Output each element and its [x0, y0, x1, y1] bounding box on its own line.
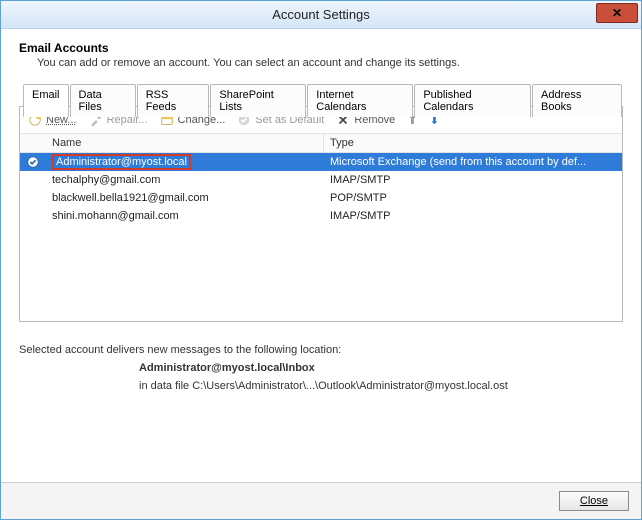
delivery-datafile: in data file C:\Users\Administrator\...\…: [139, 380, 623, 392]
account-name: shini.mohann@gmail.com: [46, 208, 324, 224]
account-type: IMAP/SMTP: [324, 208, 622, 224]
account-type: Microsoft Exchange (send from this accou…: [324, 154, 622, 170]
account-settings-window: Account Settings ✕ Email Accounts You ca…: [0, 0, 642, 520]
titlebar: Account Settings ✕: [1, 1, 641, 29]
close-icon: ✕: [612, 6, 622, 20]
column-name[interactable]: Name: [46, 134, 324, 152]
tab-rss-feeds[interactable]: RSS Feeds: [137, 84, 210, 117]
account-type: IMAP/SMTP: [324, 172, 622, 188]
window-title: Account Settings: [272, 7, 370, 22]
account-row[interactable]: blackwell.bella1921@gmail.com POP/SMTP: [20, 189, 622, 207]
tab-internet-calendars[interactable]: Internet Calendars: [307, 84, 413, 117]
content-area: Email Accounts You can add or remove an …: [1, 29, 641, 482]
tab-container: Email Data Files RSS Feeds SharePoint Li…: [19, 83, 623, 322]
list-header: Name Type: [20, 133, 622, 153]
account-row[interactable]: techalphy@gmail.com IMAP/SMTP: [20, 171, 622, 189]
column-default[interactable]: [20, 134, 46, 152]
account-row[interactable]: Administrator@myost.local Microsoft Exch…: [20, 153, 622, 171]
window-close-button[interactable]: ✕: [596, 3, 638, 23]
account-type: POP/SMTP: [324, 190, 622, 206]
delivery-location: Administrator@myost.local\Inbox: [139, 362, 623, 374]
tab-email[interactable]: Email: [23, 84, 69, 117]
close-button[interactable]: Close: [559, 491, 629, 511]
delivery-info: Selected account delivers new messages t…: [19, 344, 623, 392]
section-heading: Email Accounts: [19, 41, 623, 55]
email-panel: New... Repair... Change...: [19, 106, 623, 322]
account-list: Administrator@myost.local Microsoft Exch…: [20, 153, 622, 321]
account-name: Administrator@myost.local: [46, 154, 324, 170]
default-check-icon: [20, 153, 46, 171]
account-row[interactable]: shini.mohann@gmail.com IMAP/SMTP: [20, 207, 622, 225]
tab-address-books[interactable]: Address Books: [532, 84, 622, 117]
tabstrip: Email Data Files RSS Feeds SharePoint Li…: [19, 83, 623, 116]
section-subheading: You can add or remove an account. You ca…: [37, 57, 623, 69]
delivery-lead: Selected account delivers new messages t…: [19, 344, 623, 356]
account-name: techalphy@gmail.com: [46, 172, 324, 188]
column-type[interactable]: Type: [324, 134, 622, 152]
dialog-footer: Close: [1, 482, 641, 519]
tab-published-calendars[interactable]: Published Calendars: [414, 84, 531, 117]
account-name: blackwell.bella1921@gmail.com: [46, 190, 324, 206]
tab-sharepoint-lists[interactable]: SharePoint Lists: [210, 84, 306, 117]
tab-data-files[interactable]: Data Files: [70, 84, 136, 117]
